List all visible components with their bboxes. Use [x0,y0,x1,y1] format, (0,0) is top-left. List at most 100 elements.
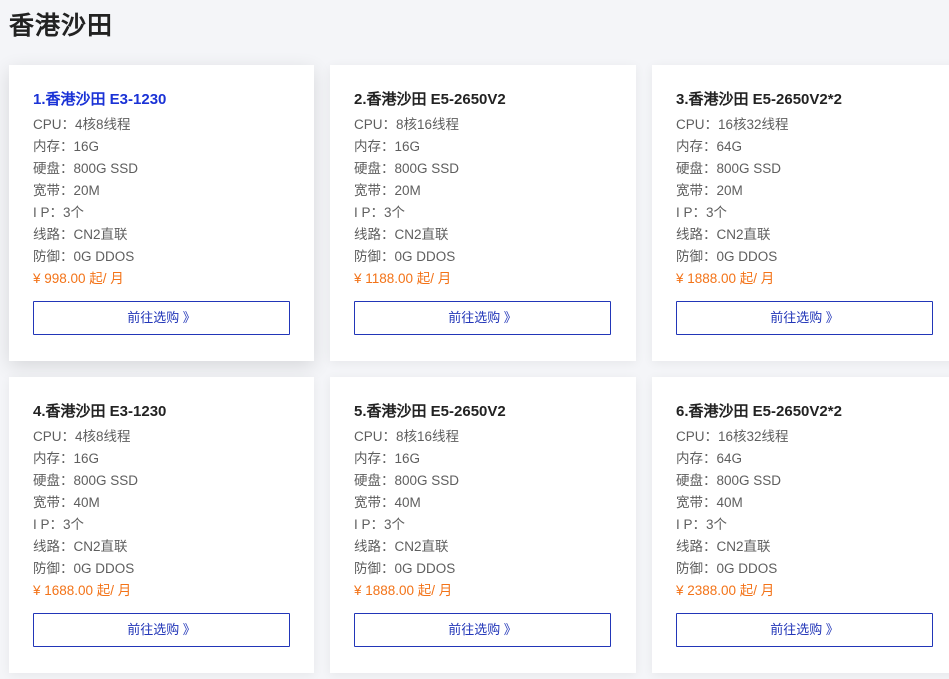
spec-value: 3个 [384,517,406,532]
buy-button[interactable]: 前往选购 》 [354,613,611,647]
spec-value: 3个 [384,205,406,220]
spec-value: 8核16线程 [396,429,460,444]
spec-label: 内存： [676,139,717,154]
buy-button[interactable]: 前往选购 》 [33,613,290,647]
spec-ip: I P：3个 [354,202,612,224]
buy-button[interactable]: 前往选购 》 [354,301,611,335]
spec-label: I P： [676,517,707,532]
spec-value: CN2直联 [716,539,771,554]
product-title[interactable]: 5.香港沙田 E5-2650V2 [354,399,612,425]
spec-label: 内存： [33,139,74,154]
spec-value: 40M [716,495,743,510]
spec-label: 防御： [33,561,74,576]
spec-value: 16G [394,451,421,466]
spec-bandwidth: 宽带：40M [354,492,612,514]
spec-disk: 硬盘：800G SSD [33,470,290,492]
spec-label: I P： [33,517,64,532]
spec-label: I P： [354,517,385,532]
spec-label: CPU： [33,117,76,132]
spec-cpu: CPU：4核8线程 [33,114,290,136]
spec-ip: I P：3个 [354,514,612,536]
spec-value: 800G SSD [394,473,460,488]
spec-label: CPU： [354,429,397,444]
spec-line: 线路：CN2直联 [33,224,290,246]
spec-value: CN2直联 [73,539,128,554]
spec-value: 800G SSD [73,161,139,176]
product-title[interactable]: 3.香港沙田 E5-2650V2*2 [676,87,934,113]
spec-ip: I P：3个 [676,202,934,224]
spec-value: 16G [73,139,100,154]
buy-button[interactable]: 前往选购 》 [33,301,290,335]
product-title[interactable]: 2.香港沙田 E5-2650V2 [354,87,612,113]
spec-value: 4核8线程 [75,117,131,132]
spec-value: 0G DDOS [394,249,456,264]
spec-label: 宽带： [676,495,717,510]
spec-disk: 硬盘：800G SSD [33,158,290,180]
product-title[interactable]: 4.香港沙田 E3-1230 [33,399,290,425]
spec-label: CPU： [354,117,397,132]
spec-memory: 内存：16G [33,136,290,158]
spec-defense: 防御：0G DDOS [676,558,934,580]
price: ¥ 1888.00 起/ 月 [354,583,453,598]
spec-label: 宽带： [354,495,395,510]
spec-memory: 内存：64G [676,448,934,470]
spec-line: 线路：CN2直联 [676,224,934,246]
spec-value: CN2直联 [716,227,771,242]
spec-memory: 内存：16G [354,136,612,158]
spec-memory: 内存：16G [354,448,612,470]
product-title[interactable]: 6.香港沙田 E5-2650V2*2 [676,399,934,425]
spec-memory: 内存：64G [676,136,934,158]
spec-label: 宽带： [354,183,395,198]
spec-label: 线路： [33,539,74,554]
spec-value: 16核32线程 [718,429,789,444]
spec-disk: 硬盘：800G SSD [676,470,934,492]
product-title[interactable]: 1.香港沙田 E3-1230 [33,87,290,113]
product-card: 4.香港沙田 E3-1230 CPU：4核8线程 内存：16G 硬盘：800G … [9,377,314,673]
buy-button[interactable]: 前往选购 》 [676,301,933,335]
spec-value: 3个 [63,517,85,532]
spec-label: 防御： [354,249,395,264]
spec-bandwidth: 宽带：40M [33,492,290,514]
product-card: 3.香港沙田 E5-2650V2*2 CPU：16核32线程 内存：64G 硬盘… [652,65,949,361]
spec-label: 硬盘： [354,161,395,176]
spec-value: 40M [73,495,100,510]
spec-label: 硬盘： [676,473,717,488]
spec-ip: I P：3个 [33,514,290,536]
spec-cpu: CPU：4核8线程 [33,426,290,448]
spec-label: 线路： [676,539,717,554]
spec-value: 3个 [706,205,728,220]
spec-label: 硬盘： [676,161,717,176]
spec-memory: 内存：16G [33,448,290,470]
spec-label: 线路： [676,227,717,242]
spec-label: 内存： [676,451,717,466]
spec-label: I P： [354,205,385,220]
spec-cpu: CPU：8核16线程 [354,114,612,136]
spec-value: 800G SSD [73,473,139,488]
spec-defense: 防御：0G DDOS [676,246,934,268]
price: ¥ 2388.00 起/ 月 [676,583,775,598]
spec-line: 线路：CN2直联 [354,224,612,246]
spec-label: 内存： [354,451,395,466]
spec-label: 防御： [354,561,395,576]
spec-value: CN2直联 [73,227,128,242]
product-card: 5.香港沙田 E5-2650V2 CPU：8核16线程 内存：16G 硬盘：80… [330,377,636,673]
spec-label: 线路： [33,227,74,242]
spec-value: CN2直联 [394,227,449,242]
price: ¥ 1888.00 起/ 月 [676,271,775,286]
spec-label: 防御： [33,249,74,264]
spec-value: 16核32线程 [718,117,789,132]
spec-value: 800G SSD [716,161,782,176]
buy-button[interactable]: 前往选购 》 [676,613,933,647]
spec-value: 0G DDOS [73,561,135,576]
spec-label: 防御： [676,561,717,576]
spec-label: 内存： [354,139,395,154]
spec-bandwidth: 宽带：20M [354,180,612,202]
price: ¥ 1688.00 起/ 月 [33,583,132,598]
spec-defense: 防御：0G DDOS [33,246,290,268]
spec-value: 64G [716,139,743,154]
product-grid: 1.香港沙田 E3-1230 CPU：4核8线程 内存：16G 硬盘：800G … [9,65,949,673]
spec-label: 硬盘： [33,473,74,488]
spec-disk: 硬盘：800G SSD [354,158,612,180]
spec-value: 16G [73,451,100,466]
spec-label: I P： [676,205,707,220]
